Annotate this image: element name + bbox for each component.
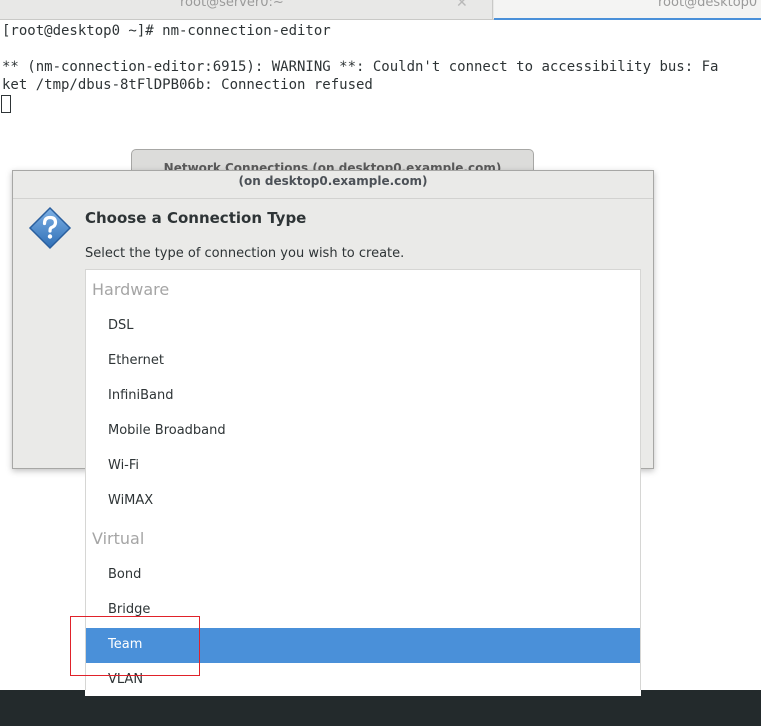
terminal-line: ket /tmp/dbus-8tFlDPB06b: Connection ref… — [2, 77, 373, 93]
category-header-hardware: Hardware — [92, 280, 170, 299]
title-separator — [13, 198, 653, 199]
list-item-label: Bridge — [108, 602, 151, 617]
tab-title: root@desktop0 — [658, 0, 758, 10]
list-bottom-edge — [85, 690, 641, 696]
list-item-wimax[interactable]: WiMAX — [86, 484, 640, 519]
bottom-bar — [0, 690, 761, 726]
dialog-description: Select the type of connection you wish t… — [85, 246, 405, 261]
terminal-line: [root@desktop0 ~]# nm-connection-editor — [2, 23, 331, 39]
dialog-title: (on desktop0.example.com) — [238, 174, 428, 188]
list-item-label: Wi-Fi — [108, 458, 140, 473]
question-icon — [28, 206, 72, 250]
list-item-label: WiMAX — [108, 493, 154, 508]
terminal-cursor — [1, 95, 11, 113]
tab-desktop0[interactable]: root@desktop0 — [494, 0, 761, 20]
category-header-virtual: Virtual — [92, 529, 145, 548]
network-connections-window: Network Connections (on desktop0.example… — [131, 149, 534, 171]
list-item-dsl[interactable]: DSL — [86, 309, 640, 344]
list-item-wifi[interactable]: Wi-Fi — [86, 449, 640, 484]
close-icon[interactable]: ✕ — [456, 0, 468, 10]
list-item-mobile-broadband[interactable]: Mobile Broadband — [86, 414, 640, 449]
dialog-heading: Choose a Connection Type — [85, 209, 307, 227]
list-item-label: Ethernet — [108, 353, 164, 368]
list-item-label: InfiniBand — [108, 388, 174, 403]
list-item-label: Bond — [108, 567, 142, 582]
list-item-bond[interactable]: Bond — [86, 558, 640, 593]
list-item-infiniband[interactable]: InfiniBand — [86, 379, 640, 414]
list-item-ethernet[interactable]: Ethernet — [86, 344, 640, 379]
terminal-tab-bar: root@server0:~ ✕ root@desktop0 — [0, 0, 761, 20]
tab-title: root@server0:~ — [180, 0, 284, 10]
terminal-line: ** (nm-connection-editor:6915): WARNING … — [2, 59, 719, 75]
tab-server0[interactable]: root@server0:~ ✕ — [0, 0, 493, 20]
list-item-label: DSL — [108, 318, 134, 333]
list-item-label: Mobile Broadband — [108, 423, 226, 438]
highlight-annotation — [70, 616, 200, 676]
